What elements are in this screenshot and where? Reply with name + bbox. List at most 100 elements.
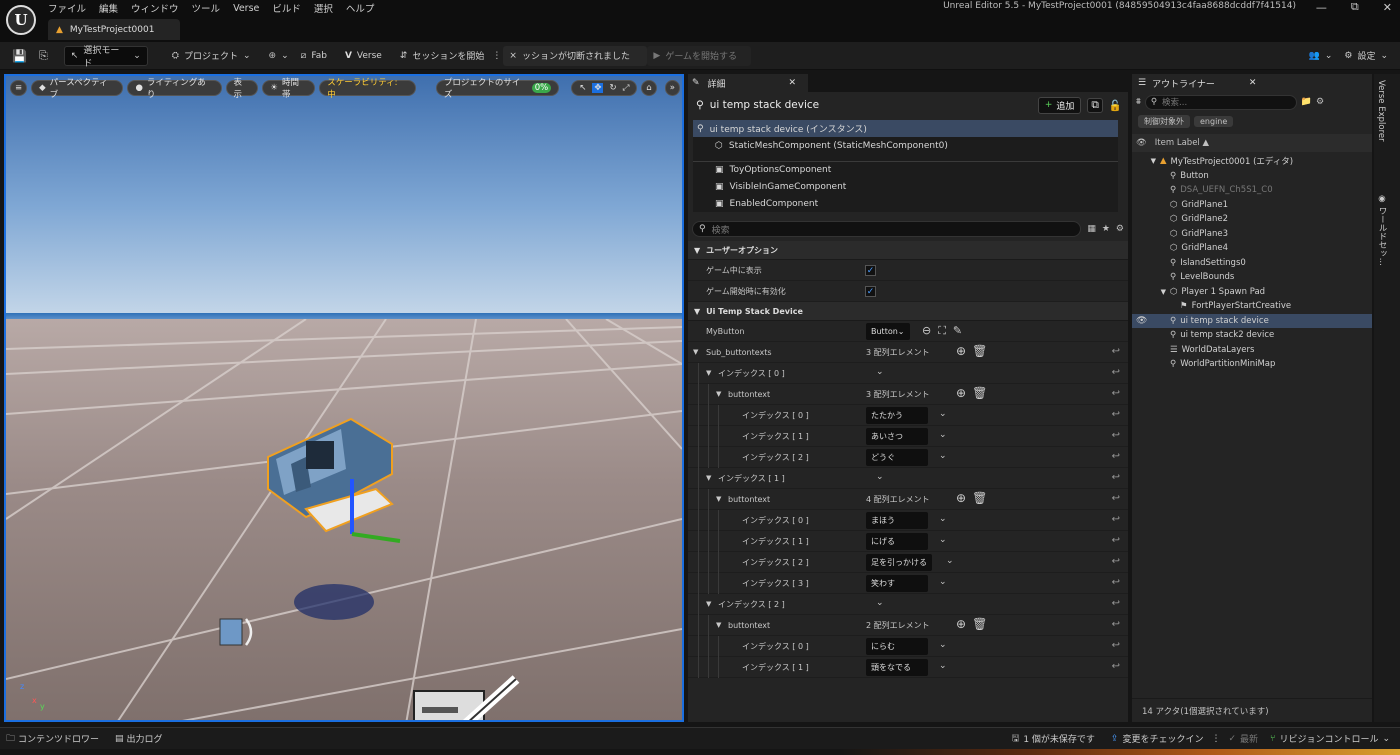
project-tab[interactable]: ▲ MyTestProject0001 bbox=[48, 19, 180, 40]
details-tab[interactable]: ✎ 詳細 ✕ bbox=[688, 74, 808, 92]
add-element-icon[interactable]: ⊕ bbox=[956, 491, 966, 505]
outliner-item[interactable]: ⚲ DSA_UEFN_Ch5S1_C0 bbox=[1132, 183, 1372, 198]
level-viewport[interactable]: z x y ≡ ◆ パースペクティブ ● ライティングあり 表示 ☀ 時間帯 ス… bbox=[4, 74, 684, 722]
outliner-item[interactable]: ▼ ▲ MyTestProject0001 (エディタ) bbox=[1132, 154, 1372, 169]
text-value-input[interactable]: にげる bbox=[866, 533, 928, 550]
revision-control-button[interactable]: ⑂ リビジョンコントロール ⌄ bbox=[1270, 732, 1390, 746]
output-log-button[interactable]: ▤ 出力ログ bbox=[99, 732, 163, 746]
component-row[interactable]: ▣ ToyOptionsComponent bbox=[693, 161, 1118, 178]
outliner-search-input[interactable]: ⚲ 検索... bbox=[1144, 94, 1297, 110]
lighting-button[interactable]: ● ライティングあり bbox=[127, 78, 222, 100]
text-value-input[interactable]: 足を引っかける bbox=[866, 554, 932, 571]
outliner-tab[interactable]: ☰ アウトライナー ✕ bbox=[1132, 74, 1372, 92]
text-value-input[interactable]: 笑わす bbox=[866, 575, 928, 592]
visibility-icon[interactable]: 👁 bbox=[1136, 138, 1147, 148]
blueprint-icon[interactable]: ⧉ bbox=[1087, 97, 1103, 113]
verse-explorer-tab[interactable]: Verse Explorer bbox=[1376, 80, 1386, 142]
text-value-input[interactable]: あいさつ bbox=[866, 428, 928, 445]
chevron-down-icon[interactable]: ▼ bbox=[706, 600, 711, 608]
add-element-icon[interactable]: ⊕ bbox=[956, 617, 966, 631]
menu-item[interactable]: Verse bbox=[233, 3, 259, 14]
latest-button[interactable]: ✓ 最新 bbox=[1228, 732, 1258, 746]
gear-icon[interactable]: ⚙ bbox=[1316, 97, 1324, 107]
close-icon[interactable]: ✕ bbox=[1249, 78, 1257, 88]
world-settings-tab[interactable]: ◉ ワールドセッ... bbox=[1376, 194, 1388, 266]
menu-item[interactable]: 選択 bbox=[314, 1, 333, 15]
chevron-down-icon[interactable]: ▼ bbox=[716, 621, 721, 629]
search-input[interactable]: ⚲ 検索 bbox=[692, 221, 1082, 237]
delete-icon[interactable]: 🗑 bbox=[972, 386, 987, 400]
text-value-input[interactable]: 頭をなでる bbox=[866, 659, 928, 676]
project-dropdown[interactable]: ⛭ プロジェクト ⌄ bbox=[166, 46, 257, 66]
content-drawer-button[interactable]: 🗀 コンテンツドロワー bbox=[0, 731, 99, 747]
reset-icon[interactable]: ↩ bbox=[1112, 556, 1120, 567]
delete-icon[interactable]: 🗑 bbox=[972, 344, 987, 358]
text-value-input[interactable]: にらむ bbox=[866, 638, 928, 655]
device-section[interactable]: ▼ Ui Temp Stack Device bbox=[688, 302, 1128, 321]
camera-icon[interactable]: ⌂ bbox=[641, 80, 657, 96]
eyedropper-icon[interactable]: ✎ bbox=[953, 324, 962, 338]
chevron-down-icon[interactable]: ⌄ bbox=[939, 430, 947, 440]
project-size-button[interactable]: プロジェクトのサイズ 0% bbox=[435, 78, 560, 100]
table-view-icon[interactable]: ▦ bbox=[1087, 224, 1096, 234]
close-button[interactable]: ✕ bbox=[1383, 1, 1392, 14]
rotate-tool-icon[interactable]: ↻ bbox=[609, 83, 616, 93]
new-folder-icon[interactable]: 📁 bbox=[1301, 97, 1312, 107]
filter-chip[interactable]: engine bbox=[1194, 115, 1234, 127]
component-row[interactable]: ⬡ StaticMeshComponent (StaticMeshComponen… bbox=[693, 137, 1118, 154]
text-value-input[interactable]: たたかう bbox=[866, 407, 928, 424]
reset-icon[interactable]: ↩ bbox=[1112, 640, 1120, 651]
add-element-icon[interactable]: ⊕ bbox=[956, 344, 966, 358]
outliner-item[interactable]: ⬡ GridPlane1 bbox=[1132, 198, 1372, 213]
menu-item[interactable]: ヘルプ bbox=[346, 1, 375, 15]
reset-icon[interactable]: ↩ bbox=[1112, 493, 1120, 504]
chevron-down-icon[interactable]: ⌄ bbox=[939, 514, 947, 524]
delete-icon[interactable]: 🗑 bbox=[972, 491, 987, 505]
reset-icon[interactable]: ↩ bbox=[1112, 409, 1120, 420]
show-button[interactable]: 表示 bbox=[225, 78, 259, 100]
component-row[interactable]: ▣ VisibleInGameComponent bbox=[693, 178, 1118, 195]
settings-button[interactable]: ⚙ 設定 ⌄ bbox=[1338, 46, 1394, 66]
reset-icon[interactable]: ↩ bbox=[1112, 472, 1120, 483]
outliner-item[interactable]: ⚲ WorldPartitionMiniMap bbox=[1132, 357, 1372, 372]
billboard-icon[interactable] bbox=[413, 675, 520, 722]
expand-toolbar-icon[interactable]: » bbox=[664, 80, 680, 96]
browse-icon[interactable]: ⎘ bbox=[33, 46, 54, 66]
chevron-down-icon[interactable]: ⌄ bbox=[939, 577, 947, 587]
outliner-item[interactable]: ⚑ FortPlayerStartCreative bbox=[1132, 299, 1372, 314]
session-start-button[interactable]: ⇵ セッションを開始 bbox=[394, 46, 491, 66]
add-actor-dropdown[interactable]: ⊕ ⌄ bbox=[263, 46, 295, 66]
outliner-item[interactable]: ⬡ GridPlane4 bbox=[1132, 241, 1372, 256]
users-dropdown[interactable]: 👥 ⌄ bbox=[1303, 46, 1339, 66]
perspective-button[interactable]: ◆ パースペクティブ bbox=[31, 78, 124, 100]
visibility-icon[interactable]: 👁 bbox=[1136, 316, 1147, 326]
unreal-logo[interactable]: U bbox=[6, 5, 36, 35]
outliner-item[interactable]: ▼ ⬡ Player 1 Spawn Pad bbox=[1132, 285, 1372, 300]
reset-icon[interactable]: ↩ bbox=[1112, 430, 1120, 441]
add-element-icon[interactable]: ⊕ bbox=[956, 386, 966, 400]
reset-icon[interactable]: ↩ bbox=[1112, 388, 1120, 399]
verse-button[interactable]: V Verse bbox=[339, 46, 388, 66]
reset-icon[interactable]: ↩ bbox=[1112, 577, 1120, 588]
add-component-button[interactable]: + 追加 bbox=[1037, 96, 1082, 114]
outliner-item[interactable]: ⚲ LevelBounds bbox=[1132, 270, 1372, 285]
reset-icon[interactable]: ↩ bbox=[1112, 619, 1120, 630]
reset-icon[interactable]: ↩ bbox=[1112, 661, 1120, 672]
reset-icon[interactable]: ↩ bbox=[1112, 367, 1120, 378]
reset-icon[interactable]: ↩ bbox=[1112, 451, 1120, 462]
component-row[interactable]: ▣ EnabledComponent bbox=[693, 195, 1118, 212]
outliner-item[interactable]: ⚲ Button bbox=[1132, 169, 1372, 184]
select-tool-icon[interactable]: ↖ bbox=[579, 83, 586, 93]
outliner-item[interactable]: ⚲ IslandSettings0 bbox=[1132, 256, 1372, 271]
reset-icon[interactable]: ↩ bbox=[1112, 346, 1120, 357]
menu-item[interactable]: ビルド bbox=[272, 1, 301, 15]
reset-icon[interactable]: ↩ bbox=[1112, 598, 1120, 609]
close-icon[interactable]: ✕ bbox=[788, 78, 796, 88]
select-icon[interactable]: ⛶ bbox=[938, 324, 946, 338]
select-mode-dropdown[interactable]: ↖ 選択モード ⌄ bbox=[63, 45, 148, 69]
more-icon[interactable]: ⋮ bbox=[490, 46, 503, 66]
start-game-button[interactable]: ▶ ゲームを開始する bbox=[647, 45, 752, 66]
chevron-down-icon[interactable]: ▼ bbox=[716, 390, 721, 398]
fab-button[interactable]: ⧄ Fab bbox=[295, 46, 333, 66]
menu-item[interactable]: ツール bbox=[192, 1, 221, 15]
